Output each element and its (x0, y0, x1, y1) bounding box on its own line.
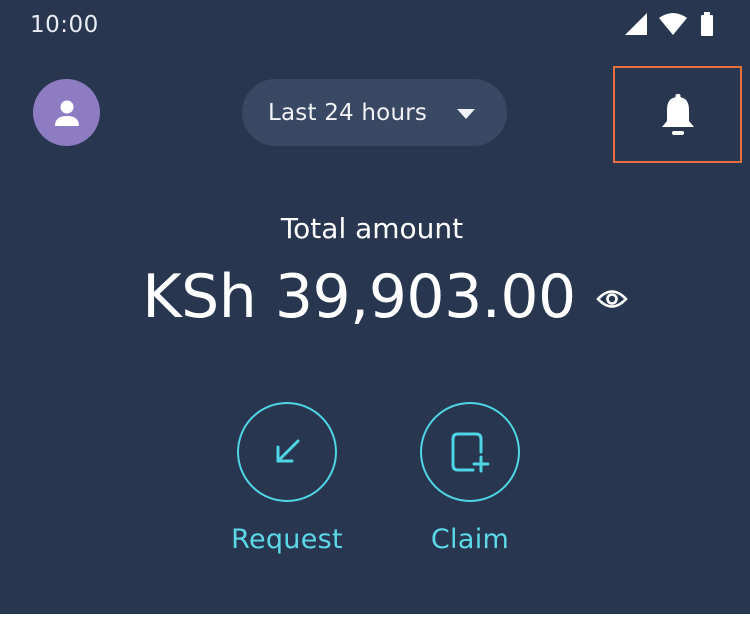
cellular-signal-icon (625, 13, 647, 35)
person-icon (54, 100, 79, 126)
claim-label: Claim (430, 524, 510, 555)
request-action[interactable]: Request (217, 402, 357, 555)
claim-action[interactable]: Claim (400, 402, 540, 555)
claim-button[interactable] (420, 402, 520, 502)
request-button[interactable] (237, 402, 337, 502)
request-label: Request (231, 524, 343, 555)
status-time: 10:00 (30, 12, 99, 38)
arrow-down-left-icon (276, 439, 300, 463)
status-icons (624, 12, 716, 36)
status-bar: 10:00 (0, 0, 750, 50)
notifications-button[interactable] (613, 66, 742, 163)
wifi-icon (659, 13, 687, 35)
bell-icon (661, 93, 694, 135)
period-select[interactable]: Last 24 hours (242, 79, 507, 146)
wallet-screen: 10:00 Last 24 hours Total amount KSh 39,… (0, 0, 750, 614)
eye-icon[interactable] (595, 288, 628, 310)
square-plus-icon (451, 432, 490, 473)
caret-down-icon (457, 109, 475, 119)
profile-avatar-button[interactable] (33, 79, 100, 146)
battery-icon (701, 12, 713, 36)
total-amount-value: KSh 39,903.00 (142, 262, 576, 332)
total-amount-label: Total amount (280, 212, 464, 245)
balance-row: KSh 39,903.00 (0, 262, 750, 332)
period-select-value: Last 24 hours (268, 99, 428, 126)
